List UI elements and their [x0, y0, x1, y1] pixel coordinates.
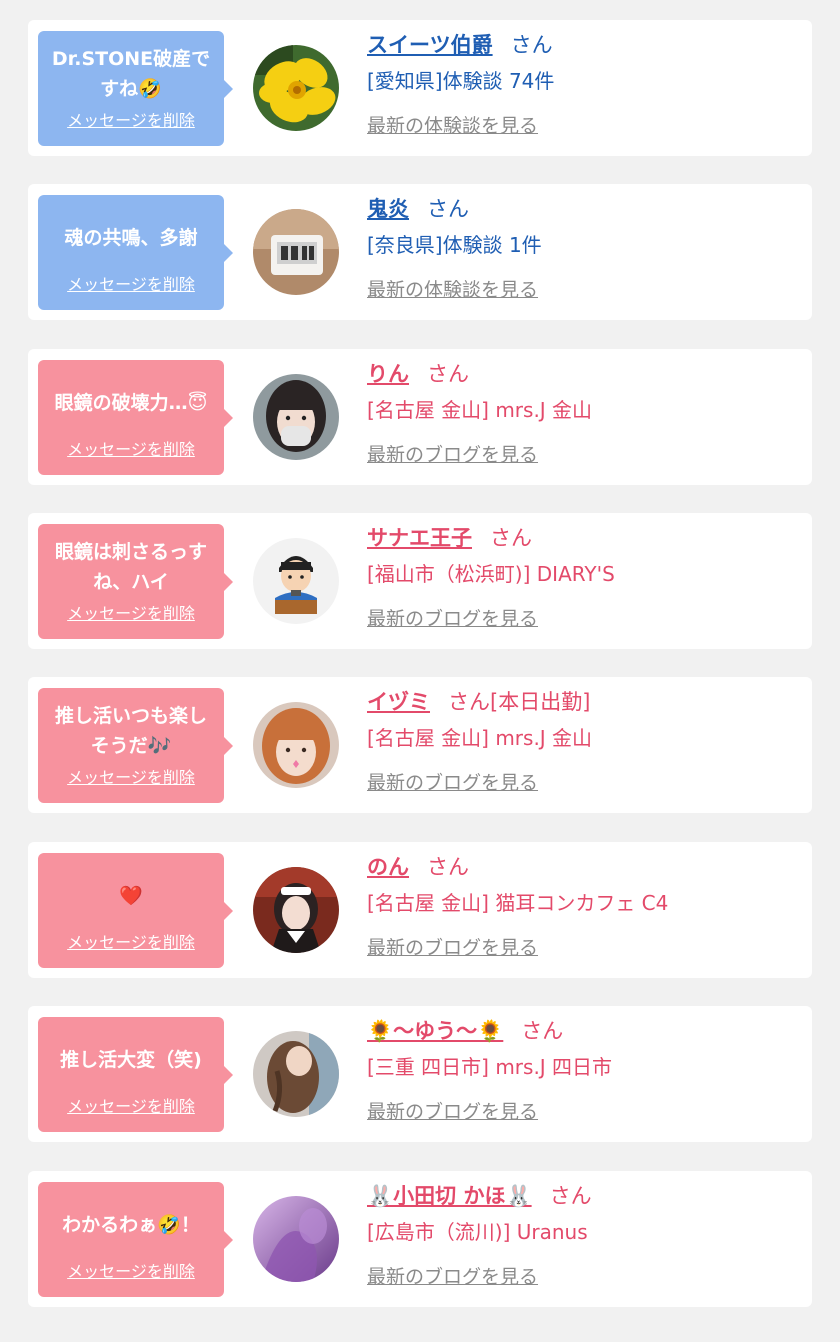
delete-message-link[interactable]: メッセージを削除	[67, 929, 195, 953]
message-card: 推し活いつも楽しそうだ🎶 メッセージを削除 イヅミ さん[本日出勤] [名古屋 金…	[28, 677, 812, 813]
message-bubble: Dr.STONE破産ですね🤣 メッセージを削除	[38, 31, 233, 146]
sender-info: サナエ王子 さん [福山市（松浜町)] DIARY'S 最新のブログを見る	[367, 523, 802, 633]
sender-location: [広島市（流川)] Uranus	[367, 1220, 588, 1244]
sender-location: [名古屋 金山] mrs.J 金山	[367, 398, 593, 422]
sender-name-link[interactable]: 🐰小田切 かほ🐰	[367, 1184, 532, 1208]
avatar[interactable]	[253, 867, 339, 953]
message-card: 眼鏡は刺さるっすね、ハイ メッセージを削除 サナエ王子 さん [福山市（松浜町)]…	[28, 513, 812, 649]
message-bubble: 眼鏡は刺さるっすね、ハイ メッセージを削除	[38, 524, 233, 639]
latest-post-link[interactable]: 最新のブログを見る	[367, 441, 538, 469]
sender-info: 🐰小田切 かほ🐰 さん [広島市（流川)] Uranus 最新のブログを見る	[367, 1181, 802, 1291]
honorific: さん	[427, 362, 469, 386]
message-card: 魂の共鳴、多謝 メッセージを削除 鬼炎 さん [奈良県]体験談 1件 最新の体験…	[28, 184, 812, 320]
avatar[interactable]	[253, 1196, 339, 1282]
avatar[interactable]	[253, 538, 339, 624]
latest-post-link[interactable]: 最新のブログを見る	[367, 1098, 538, 1126]
sender-info: イヅミ さん[本日出勤] [名古屋 金山] mrs.J 金山 最新のブログを見る	[367, 687, 802, 797]
latest-post-link[interactable]: 最新のブログを見る	[367, 605, 538, 633]
latest-post-link[interactable]: 最新のブログを見る	[367, 934, 538, 962]
honorific: さん	[427, 855, 469, 879]
avatar[interactable]	[253, 1031, 339, 1117]
message-bubble: わかるわぁ🤣！ メッセージを削除	[38, 1182, 233, 1297]
sender-name-link[interactable]: サナエ王子	[367, 526, 472, 550]
sender-name-link[interactable]: のん	[367, 855, 409, 879]
sender-info: のん さん [名古屋 金山] 猫耳コンカフェ C4 最新のブログを見る	[367, 852, 802, 962]
sender-name-link[interactable]: 🌻～ゆう～🌻	[367, 1019, 503, 1043]
message-text: ❤️	[119, 885, 143, 907]
sender-name-link[interactable]: イヅミ	[367, 690, 430, 714]
honorific: さん[本日出勤]	[448, 690, 591, 714]
delete-message-link[interactable]: メッセージを削除	[67, 764, 195, 788]
delete-message-link[interactable]: メッセージを削除	[67, 600, 195, 624]
message-card: わかるわぁ🤣！ メッセージを削除 🐰小田切 かほ🐰 さん [広島市（流川)] U…	[28, 1171, 812, 1307]
latest-post-link[interactable]: 最新のブログを見る	[367, 1263, 538, 1291]
sender-location: [愛知県]体験談 74件	[367, 69, 555, 93]
sender-location: [名古屋 金山] 猫耳コンカフェ C4	[367, 891, 669, 915]
delete-message-link[interactable]: メッセージを削除	[67, 1093, 195, 1117]
sender-location: [名古屋 金山] mrs.J 金山	[367, 726, 593, 750]
message-bubble: 推し活いつも楽しそうだ🎶 メッセージを削除	[38, 688, 233, 803]
latest-post-link[interactable]: 最新のブログを見る	[367, 769, 538, 797]
honorific: さん	[490, 526, 532, 550]
sender-location: [奈良県]体験談 1件	[367, 233, 542, 257]
sender-info: りん さん [名古屋 金山] mrs.J 金山 最新のブログを見る	[367, 359, 802, 469]
avatar[interactable]	[253, 45, 339, 131]
latest-post-link[interactable]: 最新の体験談を見る	[367, 276, 538, 304]
delete-message-link[interactable]: メッセージを削除	[67, 271, 195, 295]
message-bubble: 眼鏡の破壊力…😇 メッセージを削除	[38, 360, 233, 475]
avatar[interactable]	[253, 209, 339, 295]
sender-location: [福山市（松浜町)] DIARY'S	[367, 562, 615, 586]
avatar[interactable]	[253, 702, 339, 788]
message-text: Dr.STONE破産ですね🤣	[51, 48, 211, 100]
sender-name-link[interactable]: りん	[367, 362, 409, 386]
message-card: Dr.STONE破産ですね🤣 メッセージを削除 スイーツ伯爵 さん [愛知県]体…	[28, 20, 812, 156]
delete-message-link[interactable]: メッセージを削除	[67, 1258, 195, 1282]
message-bubble: ❤️ メッセージを削除	[38, 853, 233, 968]
honorific: さん	[427, 197, 469, 221]
latest-post-link[interactable]: 最新の体験談を見る	[367, 112, 538, 140]
sender-name-link[interactable]: スイーツ伯爵	[367, 33, 493, 57]
message-card: ❤️ メッセージを削除 のん さん [名古屋 金山] 猫耳コンカフェ C4 最新の…	[28, 842, 812, 978]
message-text: 推し活いつも楽しそうだ🎶	[54, 705, 207, 757]
sender-info: 鬼炎 さん [奈良県]体験談 1件 最新の体験談を見る	[367, 194, 802, 304]
delete-message-link[interactable]: メッセージを削除	[67, 107, 195, 131]
avatar[interactable]	[253, 374, 339, 460]
message-card: 推し活大変（笑) メッセージを削除 🌻～ゆう～🌻 さん [三重 四日市] mrs.…	[28, 1006, 812, 1142]
honorific: さん	[510, 33, 553, 57]
message-text: 眼鏡は刺さるっすね、ハイ	[54, 541, 207, 593]
sender-location: [三重 四日市] mrs.J 四日市	[367, 1055, 613, 1079]
message-text: わかるわぁ🤣！	[62, 1214, 200, 1236]
delete-message-link[interactable]: メッセージを削除	[67, 436, 195, 460]
message-bubble: 推し活大変（笑) メッセージを削除	[38, 1017, 233, 1132]
message-text: 推し活大変（笑)	[60, 1049, 202, 1071]
message-text: 魂の共鳴、多謝	[64, 227, 198, 249]
honorific: さん	[549, 1184, 592, 1208]
sender-name-link[interactable]: 鬼炎	[367, 197, 409, 221]
message-text: 眼鏡の破壊力…😇	[54, 392, 208, 414]
honorific: さん	[521, 1019, 564, 1043]
sender-info: 🌻～ゆう～🌻 さん [三重 四日市] mrs.J 四日市 最新のブログを見る	[367, 1016, 802, 1126]
message-bubble: 魂の共鳴、多謝 メッセージを削除	[38, 195, 233, 310]
sender-info: スイーツ伯爵 さん [愛知県]体験談 74件 最新の体験談を見る	[367, 30, 802, 140]
message-card: 眼鏡の破壊力…😇 メッセージを削除 りん さん [名古屋 金山] mrs.J 金山…	[28, 349, 812, 485]
